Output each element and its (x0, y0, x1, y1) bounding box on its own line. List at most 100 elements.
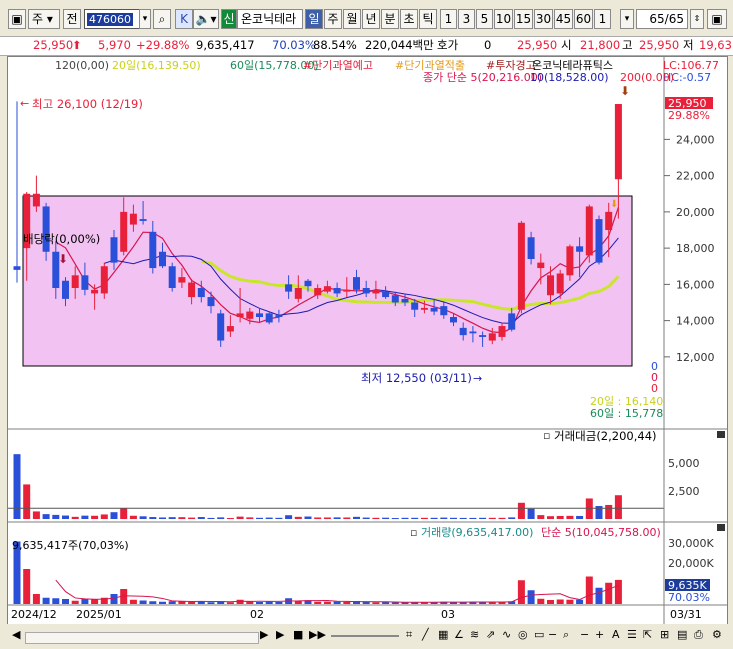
candle-body (226, 326, 234, 332)
panel3-close-icon[interactable] (717, 524, 725, 531)
candle-body (62, 280, 69, 299)
fib-tool-icon[interactable]: ≋ (470, 628, 479, 642)
interval-tab-2[interactable]: 5 (476, 9, 493, 29)
line-tool-icon[interactable]: ╱ (422, 628, 429, 642)
value-bar (420, 517, 428, 519)
angle-tool-icon[interactable]: ∠ (454, 628, 464, 642)
zero-label-3: 0 (651, 382, 658, 395)
scroll-left-icon[interactable]: ◀ (12, 628, 20, 642)
window-menu-icon[interactable]: ▣ (707, 9, 727, 29)
change-value: 5,970 (98, 38, 131, 52)
panel3-box-icon[interactable]: ▫ (410, 526, 417, 539)
period-tab-0[interactable]: 일 (305, 9, 323, 29)
ma20-legend: 20일(16,139.50) (112, 58, 201, 72)
chart-svg[interactable]: 120(0,00) 20일(16,139.50) 60일(15,778.00) … (8, 57, 727, 625)
scroll-right-icon[interactable]: ▶ (260, 628, 268, 642)
period-tab-2[interactable]: 월 (343, 9, 361, 29)
search-icon[interactable]: ⌕ (153, 9, 171, 29)
horizontal-scrollbar[interactable] (25, 632, 259, 644)
period-tab-3[interactable]: 년 (362, 9, 380, 29)
interval-dropdown-icon[interactable]: ▾ (620, 9, 634, 29)
plus-icon[interactable]: + (595, 628, 604, 642)
interval-tab-1[interactable]: 3 (458, 9, 475, 29)
trend-icon[interactable]: ⇱ (643, 628, 652, 642)
interval-tab-0[interactable]: 1 (440, 9, 457, 29)
prev-button[interactable]: 전 (63, 9, 81, 29)
wave-tool-icon[interactable]: ∿ (502, 628, 511, 642)
interval-tab-4[interactable]: 15 (514, 9, 533, 29)
interval-tab-7[interactable]: 60 (574, 9, 593, 29)
candle-body (285, 284, 293, 292)
code-dropdown-icon[interactable]: ▾ (139, 9, 151, 29)
volume-bar (614, 579, 622, 604)
value-bar (52, 514, 60, 519)
window-icon[interactable]: ▣ (8, 9, 26, 29)
value-bar (401, 517, 409, 519)
stock-name-field[interactable]: 온코닉테라 (237, 9, 303, 29)
interval-tab-3[interactable]: 10 (494, 9, 513, 29)
volume-bar (129, 599, 137, 604)
low-annotation: 최저 12,550 (03/11) (361, 371, 472, 385)
value-bar (537, 515, 545, 519)
text-tool-icon[interactable]: A (612, 628, 620, 642)
candle-body (430, 307, 438, 312)
interval-tab-6[interactable]: 45 (554, 9, 573, 29)
period-tab-4[interactable]: 분 (381, 9, 399, 29)
period-tab-1[interactable]: 주 (324, 9, 342, 29)
magnifier-icon[interactable]: ⌕ (563, 628, 569, 642)
print-icon[interactable]: ⎙ (694, 628, 703, 642)
candle-body (81, 275, 89, 290)
candle-body (401, 298, 409, 303)
arrow-tool-icon[interactable]: ⇗ (486, 628, 495, 642)
low-value: 19,63 (699, 38, 732, 52)
settings-icon[interactable]: ⚙ (712, 628, 722, 642)
table-icon[interactable]: ▤ (677, 628, 687, 642)
market-label: 주 (32, 12, 44, 26)
ma60-right-label: 60일 : 15,778 (590, 406, 663, 420)
volume-bar (168, 601, 176, 604)
low-label: 저 (683, 38, 694, 52)
box-tool-icon[interactable]: ▭ (534, 628, 544, 642)
chart-area[interactable]: 120(0,00) 20일(16,139.50) 60일(15,778.00) … (7, 56, 728, 626)
count-field[interactable]: 65/65 (636, 9, 688, 29)
market-select[interactable]: 주 ▾ (28, 9, 60, 29)
volume-bar (139, 600, 147, 604)
period-tab-5[interactable]: 초 (400, 9, 418, 29)
grid-tool-icon[interactable]: ▦ (438, 628, 448, 642)
date-label-2024-12: 2024/12 (11, 608, 57, 621)
price-axis[interactable]: 24,000 22,000 20,000 18,000 16,000 14,000 12,0… (664, 133, 715, 364)
volume-bar (595, 587, 603, 604)
interval-tab-5[interactable]: 30 (534, 9, 553, 29)
crosshair-icon[interactable]: ⌗ (406, 628, 412, 642)
candle-body (256, 313, 263, 317)
value-bar (479, 517, 487, 519)
candle-body (188, 282, 196, 298)
speaker-icon[interactable]: 🔈▾ (193, 9, 219, 29)
panel2-close-icon[interactable] (717, 431, 725, 438)
spin-icon[interactable]: ⇕ (690, 9, 704, 29)
fast-forward-icon[interactable]: ▶▶ (309, 628, 326, 642)
candle-body (236, 313, 244, 317)
volume-bar (314, 601, 322, 604)
zoom-out-icon[interactable]: − (548, 628, 557, 642)
period-tab-6[interactable]: 틱 (419, 9, 437, 29)
candle-body (411, 302, 419, 310)
next-icon[interactable]: ▶ (276, 628, 284, 642)
cycle-tool-icon[interactable]: ◎ (518, 628, 528, 642)
delete-icon[interactable]: ☰ (627, 628, 637, 642)
zoom-slider[interactable] (331, 635, 399, 637)
value-bar (178, 517, 186, 519)
quote-strip: 25,950 ⬆ 5,970 +29.88% 9,635,417 70.03% … (0, 36, 733, 56)
interval-tab-8[interactable]: 1 (594, 9, 611, 29)
volume-bar (537, 598, 545, 604)
volume-bar (207, 602, 215, 604)
ruler-icon[interactable]: ⊞ (660, 628, 669, 642)
minus-icon[interactable]: − (580, 628, 589, 642)
candle-body (614, 104, 622, 180)
panel2-box-icon[interactable]: ▫ (543, 429, 550, 442)
stock-code-input[interactable]: 476060 (84, 9, 140, 29)
stop-icon[interactable]: ■ (293, 628, 303, 642)
panel2-tick-2500: 2,500 (668, 485, 700, 498)
k-button[interactable]: K (175, 9, 193, 29)
value-bar (256, 517, 263, 519)
